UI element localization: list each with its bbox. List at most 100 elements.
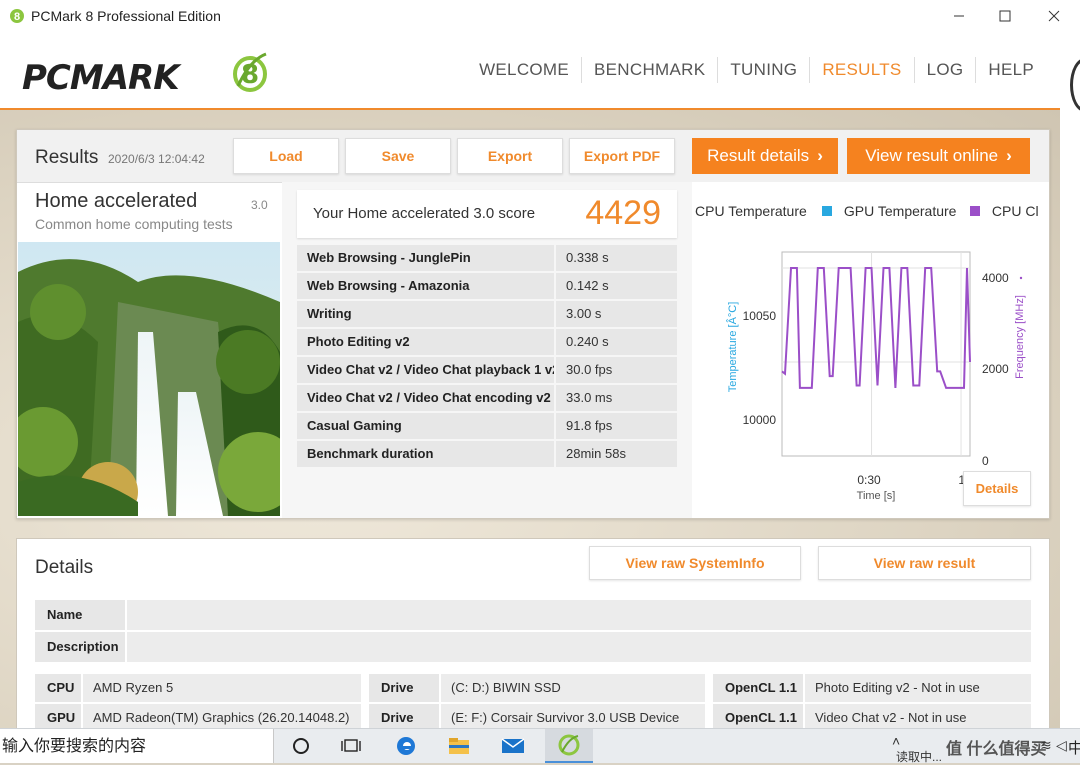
nav-welcome[interactable]: WELCOME	[467, 57, 581, 83]
row-name: Photo Editing v2	[297, 329, 554, 355]
x-axis-label: Time [s]	[857, 490, 896, 502]
main-nav: WELCOME BENCHMARK TUNING RESULTS LOG HEL…	[467, 32, 1060, 108]
table-row: Photo Editing v2 0.240 s	[297, 329, 677, 355]
score-value: 4429	[585, 194, 661, 232]
row-value: 28min 58s	[556, 441, 677, 467]
right-tick-label: 4000	[982, 271, 1009, 285]
row-value: 91.8 fps	[556, 413, 677, 439]
row-name: Video Chat v2 / Video Chat playback 1 v2	[297, 357, 554, 383]
view-raw-result-button[interactable]: View raw result	[818, 546, 1031, 580]
nav-results[interactable]: RESULTS	[809, 57, 913, 83]
row-name: Casual Gaming	[297, 413, 554, 439]
pcmark-app-icon: 8	[9, 8, 25, 24]
logo-text: PCMARK	[22, 58, 180, 98]
row-value: 0.338 s	[556, 245, 677, 271]
legend-label: CPU Cl	[991, 203, 1039, 219]
details-title: Details	[35, 557, 94, 578]
chevron-up-icon[interactable]: ˄	[892, 733, 900, 749]
load-button[interactable]: Load	[233, 138, 339, 174]
mail-icon[interactable]	[500, 734, 526, 758]
table-row: Casual Gaming 91.8 fps	[297, 413, 677, 439]
cpu-value: AMD Ryzen 5	[83, 674, 361, 702]
nav-log[interactable]: LOG	[913, 57, 976, 83]
description-label: Description	[35, 632, 125, 662]
right-tick-label: 0	[982, 454, 989, 468]
chevron-right-icon: ›	[817, 146, 823, 165]
nav-tuning[interactable]: TUNING	[717, 57, 809, 83]
opencl-label: OpenCL 1.1	[713, 674, 803, 702]
result-details-button[interactable]: Result details ›	[692, 138, 838, 174]
nav-help[interactable]: HELP	[975, 57, 1046, 83]
drive-value: (C: D:) BIWIN SSD	[441, 674, 705, 702]
watermark-text: 值 什么值得买	[946, 741, 1047, 758]
score-label: Your Home accelerated 3.0 score	[313, 205, 536, 222]
view-online-label: View result online	[865, 146, 999, 165]
legend-item: CPU Temperature	[695, 203, 807, 219]
test-version: 3.0	[251, 198, 268, 212]
nav-benchmark[interactable]: BENCHMARK	[581, 57, 717, 83]
table-row: Video Chat v2 / Video Chat encoding v2 3…	[297, 385, 677, 411]
legend-item: CPU Cl	[970, 203, 1039, 219]
waterfall-image	[18, 242, 280, 516]
app-header: PCMARK 8 WELCOME BENCHMARK TUNING RESULT…	[0, 32, 1060, 110]
table-row: Web Browsing - Amazonia 0.142 s	[297, 273, 677, 299]
save-button[interactable]: Save	[345, 138, 451, 174]
table-row: Benchmark duration 28min 58s	[297, 441, 677, 467]
cortana-icon[interactable]	[288, 734, 314, 758]
export-button[interactable]: Export	[457, 138, 563, 174]
results-header: Results 2020/6/3 12:04:42 Load Save Expo…	[17, 130, 1049, 183]
logo-number: 8	[241, 60, 260, 90]
view-raw-systeminfo-button[interactable]: View raw SystemInfo	[589, 546, 801, 580]
edge-browser-icon[interactable]	[393, 734, 419, 758]
legend-item: GPU Temperature	[822, 203, 956, 219]
pcmark-taskbar-icon[interactable]	[545, 729, 593, 763]
export-pdf-button[interactable]: Export PDF	[569, 138, 675, 174]
y-label-right: Frequency [MHz]	[1014, 295, 1026, 379]
task-view-icon[interactable]	[338, 734, 364, 758]
legend-overflow-dot	[1019, 276, 1023, 280]
title-bar: 8 PCMark 8 Professional Edition	[0, 0, 1080, 32]
test-description: Common home computing tests	[35, 216, 233, 232]
minimize-button[interactable]	[936, 0, 982, 32]
row-value: 0.142 s	[556, 273, 677, 299]
y-label-left: Temperature [Â°C]	[726, 302, 739, 393]
row-name: Web Browsing - Amazonia	[297, 273, 554, 299]
results-title: Results	[35, 147, 99, 168]
taskbar-search-input[interactable]: 输入你要搜索的内容	[0, 729, 274, 763]
chevron-right-icon: ›	[1006, 146, 1012, 165]
legend-label: GPU Temperature	[843, 203, 957, 219]
results-date: 2020/6/3 12:04:42	[108, 152, 205, 166]
left-tick-label: 10000	[743, 413, 777, 427]
close-button[interactable]	[1031, 0, 1077, 32]
row-name: Video Chat v2 / Video Chat encoding v2	[297, 385, 554, 411]
tray-status-text: 读取中...	[896, 750, 943, 764]
left-tick-label: 10050	[743, 309, 777, 323]
windows-taskbar: 输入你要搜索的内容 ˄ 读取中... 值 什么值得买 ≋ ◁ 中	[0, 728, 1080, 764]
name-label: Name	[35, 600, 125, 630]
volume-icon[interactable]: ◁	[1056, 737, 1067, 754]
chart-details-button[interactable]: Details	[963, 471, 1031, 506]
input-language[interactable]: 中	[1068, 737, 1080, 758]
right-edge	[1060, 32, 1080, 732]
results-panel: Results 2020/6/3 12:04:42 Load Save Expo…	[16, 129, 1050, 519]
system-tray: ˄ 读取中... 值 什么值得买 ≋ ◁ 中	[880, 729, 1080, 764]
cpu-label: CPU	[35, 674, 81, 702]
view-result-online-button[interactable]: View result online ›	[847, 138, 1030, 174]
drive-label: Drive	[369, 674, 439, 702]
monitoring-chart-area: CPU Temperature GPU Temperature CPU Cl T…	[692, 182, 1049, 518]
name-value	[127, 600, 1031, 630]
row-name: Writing	[297, 301, 554, 327]
description-value	[127, 632, 1031, 662]
details-panel: Details View raw SystemInfo View raw res…	[16, 538, 1050, 740]
legend-swatch	[970, 206, 980, 216]
row-name: Benchmark duration	[297, 441, 554, 467]
row-name: Web Browsing - JunglePin	[297, 245, 554, 271]
row-value: 30.0 fps	[556, 357, 677, 383]
row-value: 33.0 ms	[556, 385, 677, 411]
table-row: Video Chat v2 / Video Chat playback 1 v2…	[297, 357, 677, 383]
table-row: Writing 3.00 s	[297, 301, 677, 327]
pcmark-logo: PCMARK 8	[22, 50, 272, 98]
file-explorer-icon[interactable]	[446, 734, 472, 758]
maximize-button[interactable]	[982, 0, 1028, 32]
network-icon[interactable]: ≋	[1040, 737, 1052, 754]
